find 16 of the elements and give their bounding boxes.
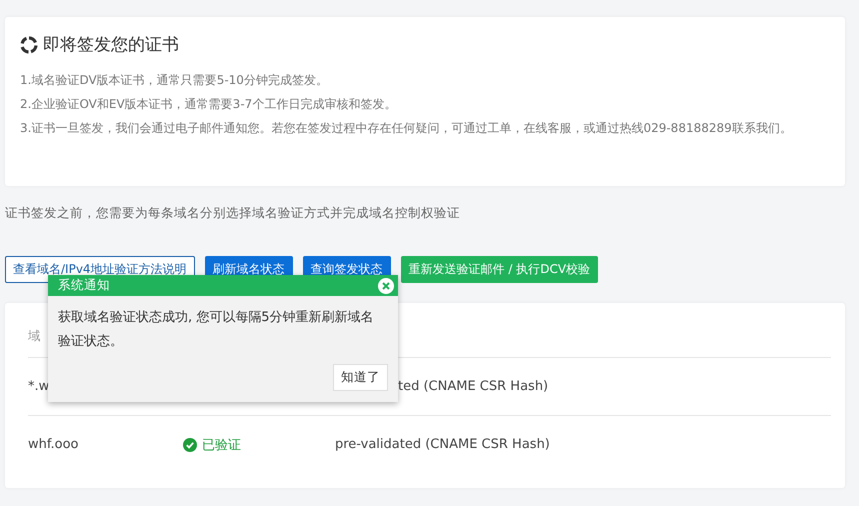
confirm-button[interactable]: 知道了 [333,364,388,391]
loading-icon [20,36,38,54]
close-icon[interactable] [378,278,394,294]
dialog-message: 获取域名验证状态成功, 您可以每隔5分钟重新刷新域名验证状态。 [57,309,375,351]
action-button[interactable]: 重新发送验证邮件 / 执行DCV校验 [400,256,598,283]
note-text: 1.域名验证DV版本证书，通常只需要5-10分钟完成签发。 [20,72,329,89]
status-text: 已验证 [202,436,241,454]
card-title: 即将签发您的证书 [43,34,179,56]
intro-text: 证书签发之前，您需要为每条域名分别选择域名验证方式并完成域名控制权验证 [5,205,461,222]
column-header: 域 [28,328,41,344]
domain-cell-text: *.w [28,379,50,394]
note-text: 2.企业验证OV和EV版本证书，通常需要3-7个工作日完成审核和签发。 [20,96,398,113]
note-text: 3.证书一旦签发，我们会通过电子邮件通知您。若您在签发过程中存在任何疑问，可通过工单，在线客服，或通过热线029-88188289联系我们。 [20,120,793,137]
method-cell: pre-validated (CNAME CSR Hash) [335,437,550,452]
method-cell: ted (CNAME CSR Hash) [398,379,548,394]
domain-cell-text: whf.ooo [28,437,80,452]
